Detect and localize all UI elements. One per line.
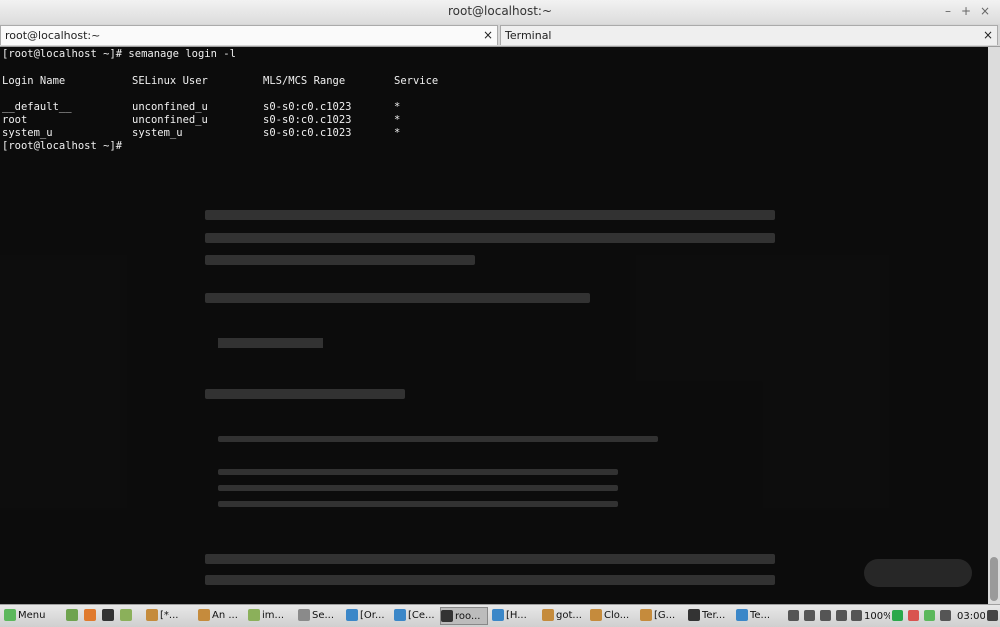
taskbar-window-label: [G...	[654, 610, 675, 621]
desktop-icon	[66, 609, 78, 621]
row-service: *	[394, 101, 400, 113]
files-launcher[interactable]	[120, 607, 134, 625]
document-icon	[640, 609, 652, 621]
network-icon[interactable]	[820, 610, 831, 621]
firefox-icon	[84, 609, 96, 621]
row-login-name: system_u	[2, 127, 53, 139]
desktop-corner-icon[interactable]	[987, 610, 998, 621]
remote-icon	[736, 609, 748, 621]
row-login-name: root	[2, 114, 27, 126]
row-mls-range: s0-s0:c0.c1023	[263, 114, 352, 126]
terminal-icon	[102, 609, 114, 621]
taskbar-window-label: [H...	[506, 610, 527, 621]
taskbar-window[interactable]: An ...	[198, 607, 244, 625]
image-icon	[394, 609, 406, 621]
taskbar-window[interactable]: [*...	[146, 607, 194, 625]
taskbar-window-label: [Ce...	[408, 610, 435, 621]
row-selinux-user: system_u	[132, 127, 183, 139]
taskbar-window[interactable]: got...	[542, 607, 588, 625]
row-mls-range: s0-s0:c0.c1023	[263, 127, 352, 139]
tab-label: Terminal	[505, 29, 552, 42]
taskbar-window-label: [Or...	[360, 610, 385, 621]
shield-icon[interactable]	[924, 610, 935, 621]
bluetooth-icon[interactable]	[804, 610, 815, 621]
user-icon[interactable]	[788, 610, 799, 621]
row-service: *	[394, 127, 400, 139]
tab-close-icon[interactable]: ×	[983, 28, 993, 42]
folder-icon	[120, 609, 132, 621]
clock[interactable]: 03:00	[957, 608, 985, 626]
maximize-button[interactable]: +	[958, 3, 974, 19]
terminal-area[interactable]: [root@localhost ~]# semanage login -l Lo…	[0, 47, 988, 604]
terminal-launcher[interactable]	[102, 607, 116, 625]
taskbar-window[interactable]: [Or...	[346, 607, 392, 625]
taskbar-window-label: [*...	[160, 610, 178, 621]
taskbar: Menu [*... An ... im... Se... [Or... [Ce…	[0, 604, 1000, 627]
row-service: *	[394, 114, 400, 126]
taskbar-window-label: got...	[556, 610, 582, 621]
taskbar-window[interactable]: [G...	[640, 607, 686, 625]
volume-icon[interactable]	[836, 610, 847, 621]
tab-label: root@localhost:~	[5, 29, 100, 42]
mint-logo-icon	[4, 609, 16, 621]
header-login-name: Login Name	[2, 75, 65, 87]
show-desktop-launcher[interactable]	[66, 607, 80, 625]
firefox-launcher[interactable]	[84, 607, 98, 625]
taskbar-window[interactable]: Se...	[298, 607, 344, 625]
taskbar-window[interactable]: Clo...	[590, 607, 636, 625]
terminal-tab-bar: root@localhost:~ × Terminal ×	[0, 24, 1000, 47]
window-titlebar[interactable]: root@localhost:~ – + ×	[0, 0, 1000, 25]
header-selinux-user: SELinux User	[132, 75, 208, 87]
tab-root-localhost[interactable]: root@localhost:~ ×	[0, 25, 498, 45]
taskbar-window[interactable]: Te...	[736, 607, 780, 625]
taskbar-window-label: roo...	[455, 611, 481, 622]
taskbar-window-active[interactable]: roo...	[440, 607, 488, 625]
taskbar-window[interactable]: im...	[248, 607, 294, 625]
shell-prompt: [root@localhost ~]#	[2, 140, 122, 153]
document-icon	[542, 609, 554, 621]
taskbar-window-label: im...	[262, 610, 284, 621]
taskbar-window[interactable]: Ter...	[688, 607, 734, 625]
command-line: [root@localhost ~]# semanage login -l	[2, 48, 236, 61]
menu-label: Menu	[18, 610, 45, 621]
scrollbar-thumb[interactable]	[990, 557, 998, 601]
notification-icon[interactable]	[908, 610, 919, 621]
window-title: root@localhost:~	[0, 4, 1000, 18]
battery-percentage: 100%	[864, 608, 890, 626]
header-mls-range: MLS/MCS Range	[263, 75, 345, 87]
terminal-icon	[441, 610, 453, 622]
document-icon	[590, 609, 602, 621]
taskbar-window-label: Clo...	[604, 610, 629, 621]
update-ok-icon[interactable]	[892, 610, 903, 621]
taskbar-window-label: Se...	[312, 610, 334, 621]
tab-close-icon[interactable]: ×	[483, 28, 493, 42]
row-login-name: __default__	[2, 101, 72, 113]
folder-icon	[248, 609, 260, 621]
header-service: Service	[394, 75, 438, 87]
row-mls-range: s0-s0:c0.c1023	[263, 101, 352, 113]
browser-icon	[492, 609, 504, 621]
app-icon	[298, 609, 310, 621]
close-window-button[interactable]: ×	[977, 3, 993, 19]
battery-icon[interactable]	[851, 610, 862, 621]
row-selinux-user: unconfined_u	[132, 114, 208, 126]
terminal-icon	[688, 609, 700, 621]
row-selinux-user: unconfined_u	[132, 101, 208, 113]
taskbar-window[interactable]: [H...	[492, 607, 538, 625]
menu-button[interactable]: Menu	[4, 607, 52, 625]
document-icon	[198, 609, 210, 621]
taskbar-window-label: An ...	[212, 610, 238, 621]
taskbar-window-label: Te...	[750, 610, 770, 621]
document-icon	[146, 609, 158, 621]
terminal-scrollbar[interactable]	[988, 47, 1000, 604]
tab-terminal[interactable]: Terminal ×	[500, 25, 998, 45]
taskbar-window-label: Ter...	[702, 610, 725, 621]
image-icon	[346, 609, 358, 621]
tray-app-icon[interactable]	[940, 610, 951, 621]
minimize-button[interactable]: –	[940, 3, 956, 19]
taskbar-window[interactable]: [Ce...	[394, 607, 440, 625]
